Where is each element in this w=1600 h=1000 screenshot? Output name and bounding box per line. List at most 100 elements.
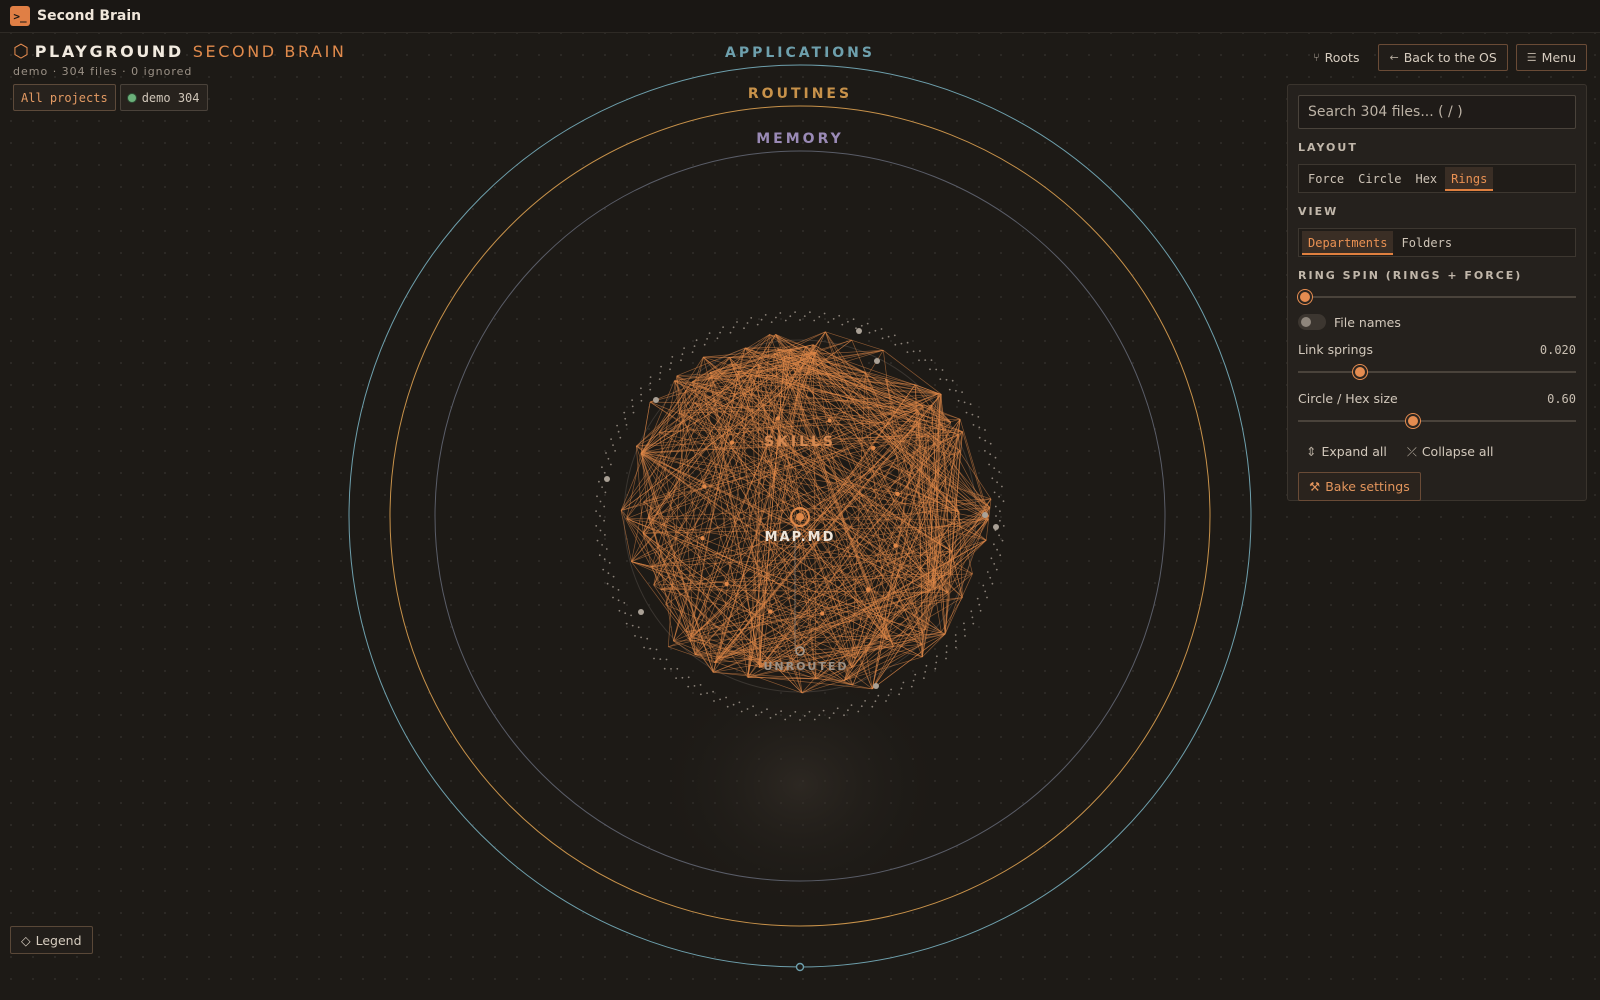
roots-button[interactable]: ⑂ Roots [1302,44,1370,71]
outlier-node[interactable] [638,609,644,615]
file-names-label: File names [1334,314,1401,330]
file-dot [995,515,997,517]
file-dot [603,505,606,508]
legend-label: Legend [35,932,82,948]
outlier-node[interactable] [653,397,659,403]
menu-button[interactable]: ☰ Menu [1515,44,1587,71]
file-dot [999,510,1001,513]
slider-thumb[interactable] [1353,365,1368,379]
file-dot [687,685,690,688]
collapse-all-button[interactable]: ⤫ Collapse all [1407,444,1494,460]
file-dot [832,712,835,714]
layout-force[interactable]: Force [1302,167,1350,191]
chip-all-projects[interactable]: All projects [13,84,116,111]
outlier-node[interactable] [604,476,610,482]
file-dot [640,636,642,639]
hub-node[interactable] [865,587,871,592]
hub-node[interactable] [871,445,876,451]
layout-segmented: Force Circle Hex Rings [1298,164,1576,193]
file-dot [794,711,797,713]
search-input[interactable] [1298,95,1576,129]
file-dot [612,575,615,578]
file-dot [998,534,1000,537]
file-dot [945,645,948,647]
file-names-row: File names [1298,314,1576,330]
outlier-node[interactable] [856,328,862,334]
ring-spin-slider[interactable] [1298,290,1576,304]
file-dot [601,544,603,546]
file-names-toggle[interactable] [1298,314,1326,330]
file-dot [912,350,915,353]
file-dot [1001,539,1004,542]
layout-rings[interactable]: Rings [1445,166,1494,191]
bake-label: Bake settings [1325,479,1410,494]
expand-collapse-row: ⇕ Expand all ⤫ Collapse all [1298,444,1576,460]
layout-circle[interactable]: Circle [1352,167,1407,191]
circle-hex-slider[interactable] [1298,414,1576,428]
outlier-node[interactable] [874,358,880,364]
slider-thumb[interactable] [1406,414,1421,428]
file-dot [605,452,607,454]
file-dot [623,602,626,604]
outlier-node[interactable] [982,512,988,518]
chip-demo[interactable]: demo 304 [119,84,208,111]
hub-node[interactable] [768,609,773,614]
circle-hex-label: Circle / Hex size [1298,391,1398,406]
file-dot [604,491,607,494]
file-dot [813,319,816,322]
view-departments[interactable]: Departments [1302,230,1394,255]
file-dot [964,635,966,637]
hub-node[interactable] [700,536,705,541]
file-dot [860,705,863,708]
file-dot [663,667,666,670]
file-dot [612,444,614,446]
ring-label-routines: ROUTINES [748,86,852,102]
hub-node[interactable] [724,581,729,587]
file-dot [799,719,801,721]
expand-all-button[interactable]: ⇕ Expand all [1306,444,1387,460]
hub-node[interactable] [820,611,825,616]
file-dot [996,481,998,484]
file-dot [995,568,998,571]
file-dot [680,359,682,362]
file-dot [874,700,877,703]
file-dot [868,331,871,334]
file-dot [617,599,620,602]
file-dot [770,321,773,323]
file-dot [653,657,655,660]
ring-handle[interactable] [795,962,805,972]
file-dot [999,519,1001,522]
file-dot [963,622,965,625]
file-dot [670,668,672,670]
file-dot [924,671,927,673]
slider-thumb[interactable] [1298,290,1312,304]
legend-button[interactable]: ◇ Legend [10,926,93,954]
menu-label: Menu [1541,50,1576,65]
file-dot [906,341,909,344]
file-dot [978,426,981,429]
back-to-os-button[interactable]: ← Back to the OS [1378,44,1508,71]
hub-node[interactable] [775,416,780,421]
hub-node[interactable] [729,440,735,445]
hub-node[interactable] [827,418,832,423]
file-dot [631,405,634,408]
outlier-node[interactable] [993,524,999,530]
outlier-node[interactable] [873,683,879,689]
file-dot [604,534,606,536]
file-dot [880,328,883,330]
view-folders[interactable]: Folders [1395,231,1458,255]
file-dot [736,321,738,323]
file-dot [725,696,727,699]
hub-node[interactable] [895,491,900,496]
bake-settings-button[interactable]: ⚒ Bake settings [1298,472,1421,501]
hub-node[interactable] [702,484,707,489]
file-dot [607,457,610,460]
layout-hex[interactable]: Hex [1409,167,1443,191]
hamburger-icon: ☰ [1526,51,1537,64]
file-dot [996,548,998,551]
hub-node[interactable] [893,543,898,548]
file-dot [775,316,777,319]
collapse-label: Collapse all [1421,444,1494,459]
link-springs-slider[interactable] [1298,365,1576,379]
file-dot [963,628,966,631]
